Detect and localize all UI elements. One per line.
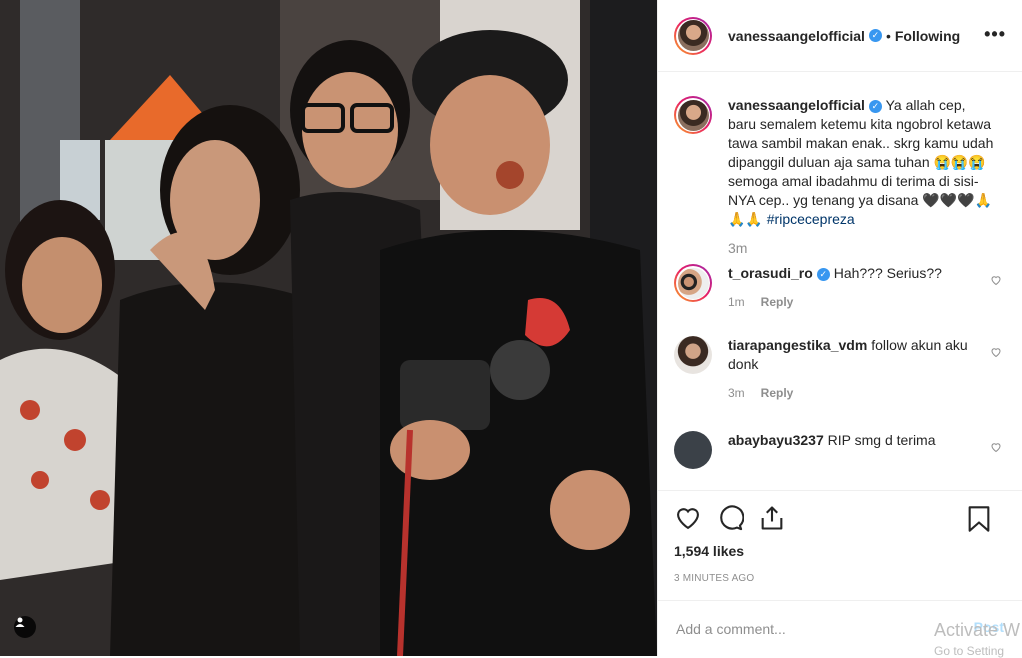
comment-username[interactable]: t_orasudi_ro <box>728 265 813 281</box>
comment-bubble-icon[interactable] <box>716 504 744 532</box>
caption-avatar[interactable] <box>674 96 712 134</box>
comment-text: RIP smg d terima <box>827 432 936 448</box>
caption: vanessaangelofficial ✓ Ya allah cep, baru… <box>658 96 1022 258</box>
comment-avatar[interactable] <box>674 336 712 374</box>
tagged-users-icon[interactable] <box>14 616 36 638</box>
verified-badge-icon: ✓ <box>868 29 882 42</box>
verified-badge-icon: ✓ <box>868 100 882 113</box>
author-username[interactable]: vanessaangelofficial <box>728 28 865 44</box>
caption-time: 3m <box>728 240 748 256</box>
comments-section[interactable]: vanessaangelofficial ✓ Ya allah cep, baru… <box>658 72 1022 490</box>
comment-item: tiarapangestika_vdm follow akun aku donk… <box>658 336 1022 403</box>
comment-time: 1m <box>728 295 745 309</box>
following-button[interactable]: Following <box>895 28 960 44</box>
hashtag-link[interactable]: #ripcecepreza <box>767 211 855 227</box>
comment-meta: 1m Reply <box>728 293 980 312</box>
comment-item: t_orasudi_ro ✓ Hah??? Serius?? 1m Reply <box>658 264 1022 312</box>
like-comment-icon[interactable] <box>990 346 1002 358</box>
like-heart-icon[interactable] <box>674 504 702 532</box>
verified-badge-icon: ✓ <box>816 268 830 281</box>
comment-meta: 3m Reply <box>728 384 980 403</box>
comment-username[interactable]: tiarapangestika_vdm <box>728 337 867 353</box>
comment-item: abaybayu3237 RIP smg d terima <box>658 431 1022 469</box>
caption-username[interactable]: vanessaangelofficial <box>728 97 865 113</box>
post-timestamp[interactable]: 3 MINUTES AGO <box>674 573 1006 584</box>
like-comment-icon[interactable] <box>990 274 1002 286</box>
post-actions: 1,594 likes 3 MINUTES AGO <box>658 490 1022 584</box>
activate-windows-watermark: Activate W <box>934 620 1021 640</box>
comment-username[interactable]: abaybayu3237 <box>728 432 824 448</box>
separator-dot: • <box>885 27 891 44</box>
bookmark-save-icon[interactable] <box>966 505 992 533</box>
post-photo[interactable] <box>0 0 657 656</box>
reply-button[interactable]: Reply <box>761 386 794 400</box>
comment-text: Hah??? Serius?? <box>833 265 942 281</box>
reply-button[interactable]: Reply <box>761 295 794 309</box>
comment-time: 3m <box>728 386 745 400</box>
share-icon[interactable] <box>758 504 786 532</box>
add-comment-input[interactable] <box>674 619 928 638</box>
photo-illustration <box>0 0 657 656</box>
caption-text: Ya allah cep, baru semalem ketemu kita n… <box>728 97 994 227</box>
author-avatar[interactable] <box>674 16 712 55</box>
comment-avatar[interactable] <box>674 431 712 469</box>
likes-count[interactable]: 1,594 likes <box>674 543 1006 559</box>
like-comment-icon[interactable] <box>990 441 1002 453</box>
more-options-icon[interactable]: ••• <box>984 24 1006 45</box>
post-panel: vanessaangelofficial ✓ • Following ••• v… <box>657 0 1022 656</box>
comment-avatar[interactable] <box>674 264 712 302</box>
post-header: vanessaangelofficial ✓ • Following ••• <box>658 0 1022 72</box>
